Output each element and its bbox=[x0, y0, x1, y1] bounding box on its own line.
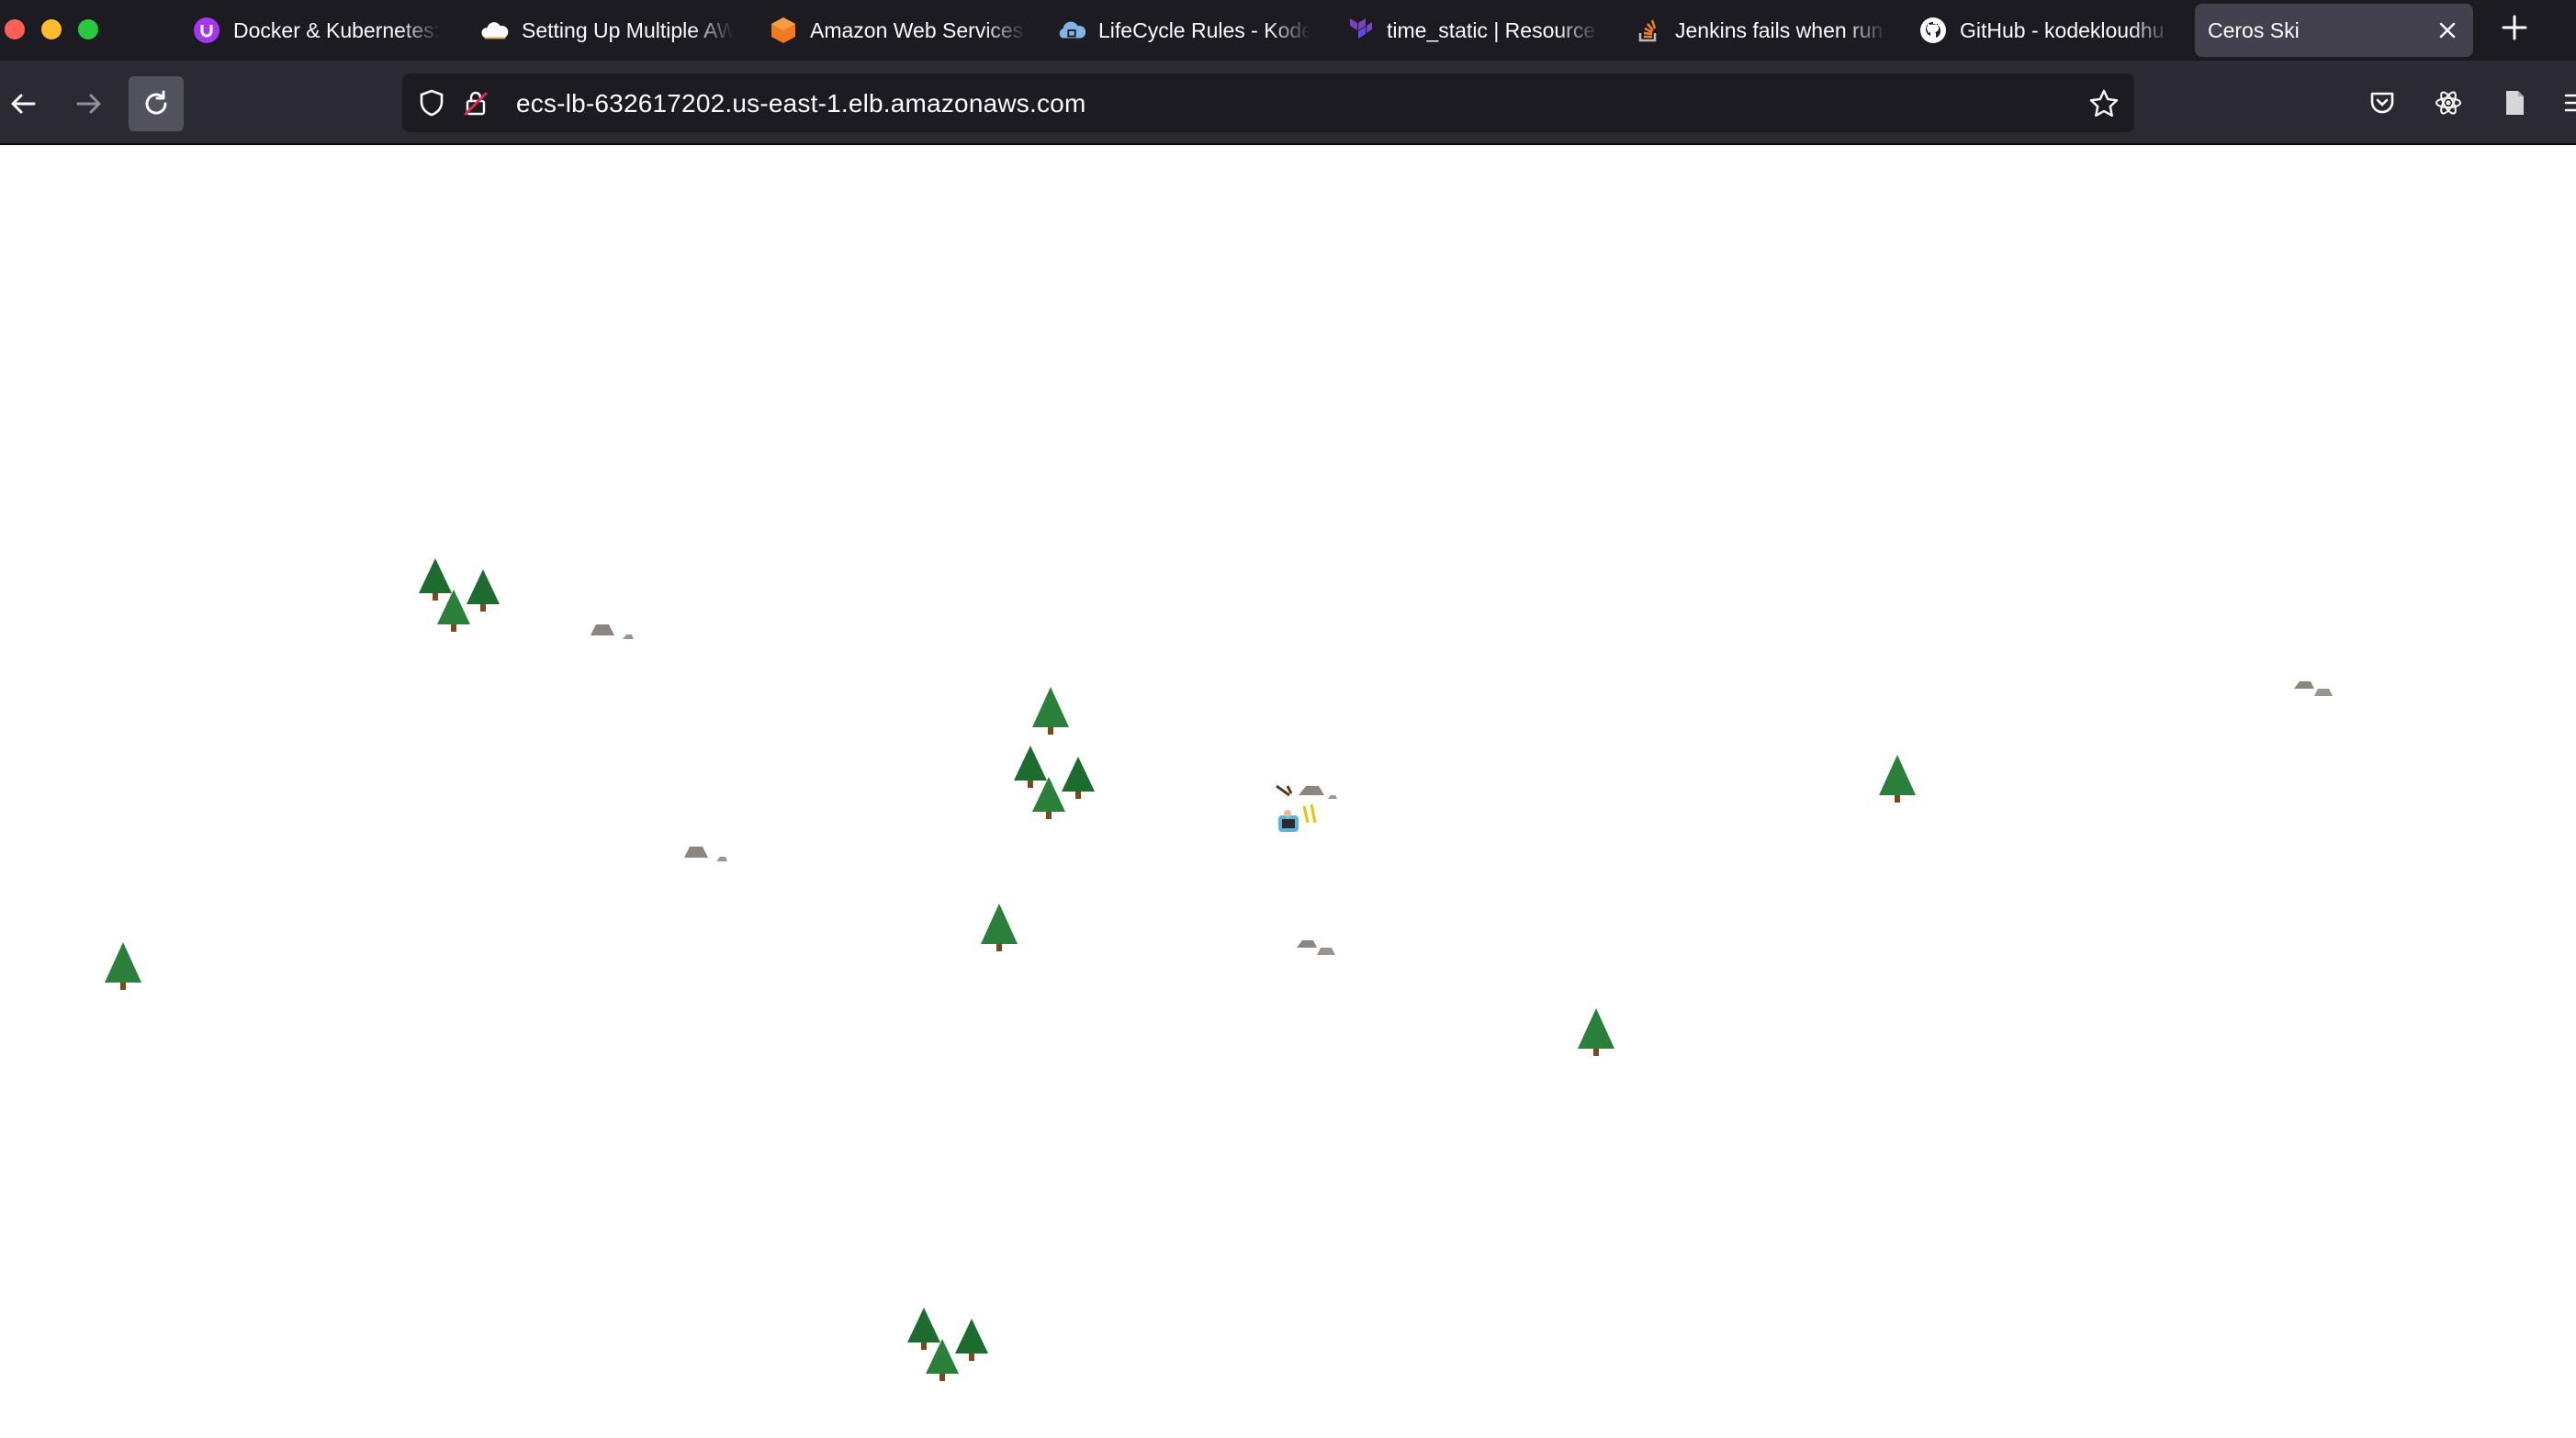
close-tab-icon[interactable] bbox=[2435, 17, 2460, 43]
tree-cluster-1 bbox=[415, 556, 503, 638]
minimize-window-button[interactable] bbox=[41, 19, 62, 39]
close-window-button[interactable] bbox=[5, 19, 25, 39]
forward-button[interactable] bbox=[62, 76, 117, 131]
kodekloud-icon bbox=[1058, 17, 1086, 44]
tab-time-static-resource[interactable]: time_static | Resource bbox=[1337, 4, 1608, 57]
udemy-icon bbox=[193, 17, 220, 44]
tree-cluster-3 bbox=[904, 1306, 992, 1387]
tree-5 bbox=[1576, 1006, 1616, 1062]
maximize-window-button[interactable] bbox=[78, 19, 98, 39]
pocket-icon[interactable] bbox=[2368, 88, 2397, 118]
tab-amazon-web-services[interactable]: Amazon Web Services bbox=[760, 4, 1036, 57]
tab-setting-up-multiple-aws[interactable]: Setting Up Multiple AW bbox=[472, 4, 743, 57]
tab-title: LifeCycle Rules - Kode bbox=[1098, 17, 1310, 42]
tree-3 bbox=[979, 902, 1019, 958]
tree-2 bbox=[1877, 753, 1918, 809]
insecure-lock-icon[interactable] bbox=[461, 88, 490, 118]
rock-2 bbox=[2292, 672, 2336, 702]
address-bar[interactable]: ecs-lb-632617202.us-east-1.elb.amazonaws… bbox=[402, 73, 2134, 132]
tree-cluster-2 bbox=[1010, 744, 1098, 826]
tab-title: Setting Up Multiple AW bbox=[522, 17, 734, 42]
react-devtools-icon[interactable] bbox=[2434, 88, 2463, 118]
rock-1 bbox=[588, 619, 636, 646]
tab-jenkins-fails[interactable]: Jenkins fails when run bbox=[1625, 4, 1896, 57]
tab-strip: Docker & Kubernetes: Setting Up Multiple… bbox=[0, 0, 2576, 61]
url-text: ecs-lb-632617202.us-east-1.elb.amazonaws… bbox=[516, 89, 1086, 118]
tab-title: Ceros Ski bbox=[2208, 17, 2300, 42]
tab-github-kodekloudhub[interactable]: GitHub - kodekloudhu bbox=[1910, 4, 2181, 57]
menu-icon[interactable] bbox=[2562, 88, 2576, 118]
shield-icon[interactable] bbox=[417, 88, 446, 118]
tree-1 bbox=[1030, 685, 1071, 741]
tab-title: GitHub - kodekloudhu bbox=[1960, 17, 2165, 42]
github-icon bbox=[1919, 17, 1947, 44]
cloud-icon bbox=[481, 17, 509, 44]
tab-title: Docker & Kubernetes: bbox=[233, 17, 441, 42]
aws-hexagon-icon bbox=[770, 17, 797, 44]
bookmark-star-icon[interactable] bbox=[2088, 88, 2119, 118]
tree-4 bbox=[103, 940, 143, 996]
tab-lifecycle-rules[interactable]: LifeCycle Rules - Kode bbox=[1049, 4, 1320, 57]
navigation-toolbar: ecs-lb-632617202.us-east-1.elb.amazonaws… bbox=[0, 61, 2576, 145]
tab-docker-kubernetes[interactable]: Docker & Kubernetes: bbox=[184, 4, 450, 57]
reader-view-icon[interactable] bbox=[2500, 88, 2529, 118]
tab-title: time_static | Resource bbox=[1387, 17, 1596, 42]
tab-title: Jenkins fails when run bbox=[1675, 17, 1884, 42]
new-tab-button[interactable] bbox=[2500, 13, 2529, 42]
tab-title: Amazon Web Services bbox=[810, 17, 1024, 42]
back-button[interactable] bbox=[0, 76, 51, 131]
rock-4 bbox=[1295, 931, 1339, 961]
ski-game-canvas[interactable] bbox=[0, 145, 2576, 1438]
reload-button[interactable] bbox=[129, 76, 184, 131]
terraform-icon bbox=[1346, 17, 1374, 44]
stackoverflow-icon bbox=[1635, 17, 1662, 44]
tab-ceros-ski[interactable]: Ceros Ski bbox=[2195, 4, 2473, 57]
rock-3 bbox=[681, 841, 729, 868]
skier-player bbox=[1275, 779, 1348, 842]
